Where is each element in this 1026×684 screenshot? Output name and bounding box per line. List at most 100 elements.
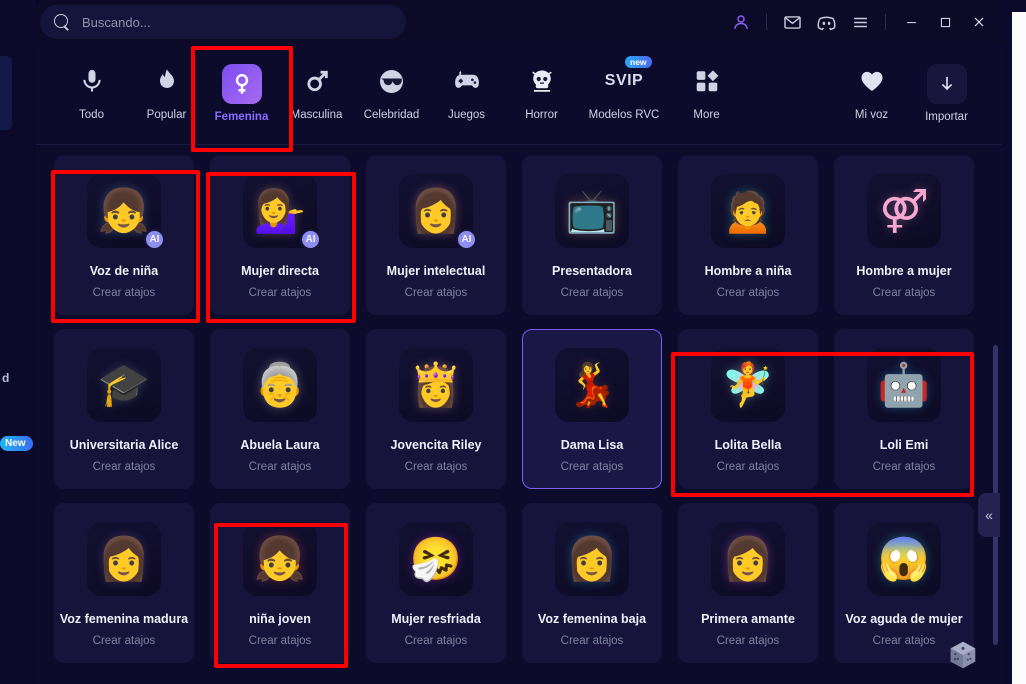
create-shortcut-link[interactable]: Crear atajos <box>873 635 936 647</box>
red-young-girl-icon: 👧 <box>243 522 317 596</box>
create-shortcut-link[interactable]: Crear atajos <box>717 461 780 473</box>
voice-grid-area: 👧 AI Voz de niña Crear atajos 💁‍♀️ AI Mujer di… <box>36 145 1002 684</box>
tab-femenina[interactable]: Femenina <box>204 52 279 138</box>
tab-popular[interactable]: Popular <box>129 52 204 138</box>
tab-label: Juegos <box>447 109 486 121</box>
voice-card-name: Voz aguda de mujer <box>845 612 963 626</box>
voice-card[interactable]: 🤧 Mujer resfriada Crear atajos <box>366 503 506 663</box>
avatar-wrapper: 📺 <box>555 174 629 248</box>
voice-card[interactable]: 🧚 Lolita Bella Crear atajos <box>678 329 818 489</box>
tab-modelos-rvc[interactable]: new SVIP Modelos RVC <box>579 52 669 138</box>
avatar-glyph: 🤧 <box>409 535 463 582</box>
female-symbol-icon <box>221 64 262 104</box>
create-shortcut-link[interactable]: Crear atajos <box>405 635 468 647</box>
create-shortcut-link[interactable]: Crear atajos <box>249 461 312 473</box>
create-shortcut-link[interactable]: Crear atajos <box>93 635 156 647</box>
avatar-wrapper: 💁‍♀️ AI <box>243 174 321 250</box>
create-shortcut-link[interactable]: Crear atajos <box>405 287 468 299</box>
tab-horror[interactable]: Horror <box>504 52 579 138</box>
voice-card[interactable]: 🎓 Universitaria Alice Crear atajos <box>54 329 194 489</box>
close-button[interactable] <box>962 0 996 44</box>
voice-card[interactable]: 👩 Primera amante Crear atajos <box>678 503 818 663</box>
avatar-glyph: 👵 <box>253 361 307 408</box>
create-shortcut-link[interactable]: Crear atajos <box>717 635 780 647</box>
avatar-wrapper: 👸 <box>399 348 473 422</box>
avatar-glyph: 👸 <box>409 361 463 408</box>
tab-label: Todo <box>79 109 104 121</box>
create-shortcut-link[interactable]: Crear atajos <box>249 287 312 299</box>
voice-card[interactable]: 💁‍♀️ AI Mujer directa Crear atajos <box>210 155 350 315</box>
tab-celebridad[interactable]: Celebridad <box>354 52 429 138</box>
tab-mi-voz[interactable]: Mi voz <box>834 52 909 138</box>
create-shortcut-link[interactable]: Crear atajos <box>717 287 780 299</box>
search-input[interactable]: Buscando... <box>40 5 406 39</box>
tab-more[interactable]: More <box>669 52 744 138</box>
tab-label: Masculina <box>290 109 343 121</box>
voice-card[interactable]: 👩 Voz femenina baja Crear atajos <box>522 503 662 663</box>
minimize-button[interactable] <box>894 0 928 44</box>
voice-card[interactable]: 👧 niña joven Crear atajos <box>210 503 350 663</box>
background-right-sheet <box>1012 12 1026 684</box>
voice-card[interactable]: 💃 Dama Lisa Crear atajos <box>522 329 662 489</box>
account-icon[interactable] <box>724 0 758 44</box>
avatar-wrapper: 👩 AI <box>399 174 477 250</box>
tab-importar[interactable]: Importar <box>909 52 984 138</box>
voice-card-name: Loli Emi <box>879 438 929 452</box>
avatar-wrapper: 🙍 <box>711 174 785 248</box>
voice-card-name: Jovencita Riley <box>390 438 482 452</box>
voice-card[interactable]: 🙍 Hombre a niña Crear atajos <box>678 155 818 315</box>
voice-card[interactable]: 👧 AI Voz de niña Crear atajos <box>54 155 194 315</box>
divider <box>885 14 886 30</box>
voice-card-name: Abuela Laura <box>240 438 320 452</box>
avatar-glyph: 💁‍♀️ <box>253 187 307 234</box>
tab-label: Celebridad <box>363 109 420 121</box>
voice-card-name: Voz femenina madura <box>59 612 189 626</box>
create-shortcut-link[interactable]: Crear atajos <box>561 635 624 647</box>
voice-card[interactable]: 👵 Abuela Laura Crear atajos <box>210 329 350 489</box>
discord-icon[interactable] <box>809 0 843 44</box>
tab-todo[interactable]: Todo <box>54 52 129 138</box>
tab-label: Popular <box>146 109 187 121</box>
avatar-glyph: 👩 <box>97 535 151 582</box>
voice-card[interactable]: 📺 Presentadora Crear atajos <box>522 155 662 315</box>
blue-chibi-robot-icon: 🤖 <box>867 348 941 422</box>
collapse-panel-button[interactable]: « <box>978 493 1000 537</box>
avatar-glyph: 📺 <box>565 187 619 234</box>
tab-masculina[interactable]: Masculina <box>279 52 354 138</box>
create-shortcut-link[interactable]: Crear atajos <box>93 287 156 299</box>
download-arrow-icon <box>926 64 967 104</box>
avatar-wrapper: 👧 <box>243 522 317 596</box>
voice-card-name: Hombre a mujer <box>856 264 952 278</box>
menu-icon[interactable] <box>843 0 877 44</box>
create-shortcut-link[interactable]: Crear atajos <box>405 461 468 473</box>
search-icon <box>54 13 71 31</box>
avatar-glyph: 🎓 <box>97 361 151 408</box>
voice-card[interactable]: 👩 AI Mujer intelectual Crear atajos <box>366 155 506 315</box>
tab-label: Mi voz <box>854 109 889 121</box>
create-shortcut-link[interactable]: Crear atajos <box>873 461 936 473</box>
sick-sneezing-woman-icon: 🤧 <box>399 522 473 596</box>
maximize-button[interactable] <box>928 0 962 44</box>
graduate-woman-icon: 🎓 <box>87 348 161 422</box>
create-shortcut-link[interactable]: Crear atajos <box>93 461 156 473</box>
tab-juegos[interactable]: Juegos <box>429 52 504 138</box>
avatar-wrapper: 🧚 <box>711 348 785 422</box>
create-shortcut-link[interactable]: Crear atajos <box>561 287 624 299</box>
random-voice-dice-icon[interactable] <box>946 638 980 672</box>
avatar-glyph: 🤖 <box>877 361 931 408</box>
window-controls <box>724 0 1002 44</box>
voice-card[interactable]: 🤖 Loli Emi Crear atajos <box>834 329 974 489</box>
voice-card-name: Primera amante <box>701 612 795 626</box>
search-placeholder: Buscando... <box>82 14 151 30</box>
ai-badge: AI <box>144 229 165 250</box>
create-shortcut-link[interactable]: Crear atajos <box>873 287 936 299</box>
tab-label: Modelos RVC <box>588 109 660 121</box>
voice-card[interactable]: 👸 Jovencita Riley Crear atajos <box>366 329 506 489</box>
mail-icon[interactable] <box>775 0 809 44</box>
divider <box>766 14 767 30</box>
voice-card[interactable]: ⚤ Hombre a mujer Crear atajos <box>834 155 974 315</box>
background-left-panel-strip <box>0 56 12 130</box>
create-shortcut-link[interactable]: Crear atajos <box>249 635 312 647</box>
voice-card[interactable]: 👩 Voz femenina madura Crear atajos <box>54 503 194 663</box>
create-shortcut-link[interactable]: Crear atajos <box>561 461 624 473</box>
